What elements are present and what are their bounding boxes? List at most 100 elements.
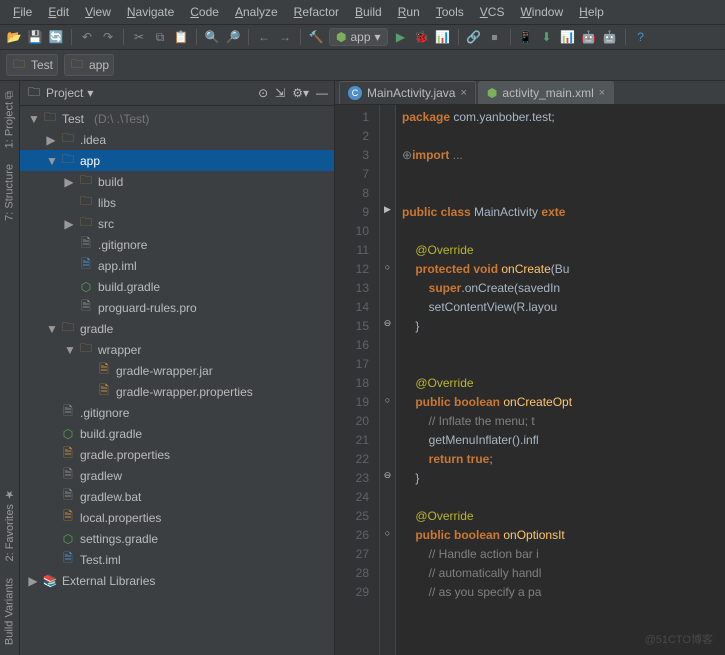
tree-node-gradle-properties[interactable]: 🗎gradle.properties [20,444,334,465]
tree-node-build-gradle[interactable]: ⬡build.gradle [20,423,334,444]
project-icon: 🗀 [26,85,42,101]
tree-node--gitignore[interactable]: 🗎.gitignore [20,234,334,255]
collapse-icon[interactable]: ⇲ [275,86,285,100]
settings-icon[interactable]: ⚙▾ [292,86,309,100]
code-area[interactable]: package com.yanbober.test;⊕import ...pub… [396,105,725,655]
run-config-selector[interactable]: ⬢ app ▾ [329,28,388,46]
make-icon[interactable]: 🔨 [308,29,324,45]
menu-navigate[interactable]: Navigate [120,3,181,21]
tree-node-src[interactable]: ▶🗀src [20,213,334,234]
vtab-structure[interactable]: 7: Structure [0,158,19,227]
vtab-project[interactable]: 1: Project ⧉ [0,85,19,154]
vtab-build-variants[interactable]: Build Variants [0,572,19,651]
run-config-label: app [350,30,370,44]
editor-tab-activity_main-xml[interactable]: ⬢activity_main.xml× [478,81,614,104]
project-panel: 🗀Project ▾ ⊙ ⇲ ⚙▾ — ▼🗀Test(D:\ .\Test)▶🗀… [20,81,335,655]
hide-icon[interactable]: — [316,86,328,100]
menu-help[interactable]: Help [572,3,611,21]
tree-node-gradle-wrapper-properties[interactable]: 🗎gradle-wrapper.properties [20,381,334,402]
chevron-down-icon[interactable]: ▾ [87,86,93,100]
project-header: 🗀 Project ▾ ⊙ ⇲ ⚙▾ — [20,81,334,106]
tree-node-build-gradle[interactable]: ⬡build.gradle [20,276,334,297]
profile-icon[interactable]: 📊 [435,29,451,45]
undo-icon[interactable]: ↶ [79,29,95,45]
line-gutter: 1237891011121314151617181920212223242526… [335,105,380,655]
tree-node-wrapper[interactable]: ▼🗀wrapper [20,339,334,360]
tree-node-settings-gradle[interactable]: ⬡settings.gradle [20,528,334,549]
menu-analyze[interactable]: Analyze [228,3,285,21]
menu-file[interactable]: File [6,3,39,21]
tree-node--idea[interactable]: ▶🗀.idea [20,129,334,150]
tree-node-proguard-rules-pro[interactable]: 🗎proguard-rules.pro [20,297,334,318]
close-tab-icon[interactable]: × [460,87,466,99]
tree-node-gradlew[interactable]: 🗎gradlew [20,465,334,486]
menu-code[interactable]: Code [183,3,226,21]
chevron-down-icon: ▾ [375,30,381,44]
tree-node-external-libraries[interactable]: ▶📚External Libraries [20,570,334,591]
stop-icon[interactable]: ⏹ [487,29,503,45]
tree-node-gradlew-bat[interactable]: 🗎gradlew.bat [20,486,334,507]
copy-icon[interactable]: ⧉ [152,29,168,45]
menu-run[interactable]: Run [391,3,427,21]
tree-node-app[interactable]: ▼🗀app [20,150,334,171]
tree-node-gradle[interactable]: ▼🗀gradle [20,318,334,339]
tree-node-gradle-wrapper-jar[interactable]: 🗎gradle-wrapper.jar [20,360,334,381]
tree-node-test-iml[interactable]: 🗎Test.iml [20,549,334,570]
monitor-icon[interactable]: 📊 [560,29,576,45]
folder-icon: 🗀 [69,57,85,73]
project-tree[interactable]: ▼🗀Test(D:\ .\Test)▶🗀.idea▼🗀app▶🗀build🗀li… [20,106,334,655]
android-icon-2[interactable]: 🤖 [581,29,597,45]
close-tab-icon[interactable]: × [599,87,605,99]
open-icon[interactable]: 📂 [6,29,22,45]
editor-tab-mainactivity-java[interactable]: CMainActivity.java× [339,81,476,104]
sdk-icon[interactable]: ⬇ [539,29,555,45]
menu-edit[interactable]: Edit [41,3,76,21]
main-toolbar: 📂 💾 🔄 ↶ ↷ ✂ ⧉ 📋 🔍 🔎 ← → 🔨 ⬢ app ▾ ▶ 🐞 📊 … [0,25,725,50]
android-icon: ⬢ [336,30,346,44]
folder-icon: 🗀 [11,57,27,73]
avd-icon[interactable]: 📱 [518,29,534,45]
redo-icon[interactable]: ↷ [100,29,116,45]
menu-view[interactable]: View [78,3,118,21]
breadcrumb-label: app [89,58,109,72]
debug-icon[interactable]: 🐞 [414,29,430,45]
editor-body[interactable]: 1237891011121314151617181920212223242526… [335,105,725,655]
menu-bar: FileEditViewNavigateCodeAnalyzeRefactorB… [0,0,725,25]
breadcrumb-bar: 🗀 Test 🗀 app [0,50,725,81]
save-icon[interactable]: 💾 [27,29,43,45]
locate-icon[interactable]: ⊙ [258,86,268,100]
tree-node--gitignore[interactable]: 🗎.gitignore [20,402,334,423]
paste-icon[interactable]: 📋 [173,29,189,45]
sync-icon[interactable]: 🔄 [48,29,64,45]
project-label: Project [46,86,83,100]
breadcrumb-item[interactable]: 🗀 Test [6,54,58,76]
breadcrumb-label: Test [31,58,53,72]
tree-node-app-iml[interactable]: 🗎app.iml [20,255,334,276]
tree-node-test[interactable]: ▼🗀Test(D:\ .\Test) [20,108,334,129]
tree-node-libs[interactable]: 🗀libs [20,192,334,213]
breadcrumb-item[interactable]: 🗀 app [64,54,114,76]
run-icon[interactable]: ▶ [393,29,409,45]
find-icon[interactable]: 🔍 [204,29,220,45]
editor-tabs: CMainActivity.java×⬢activity_main.xml× [335,81,725,105]
menu-refactor[interactable]: Refactor [287,3,346,21]
menu-window[interactable]: Window [513,3,570,21]
forward-icon[interactable]: → [277,29,293,45]
help-icon[interactable]: ? [633,29,649,45]
android-icon-3[interactable]: 🤖 [602,29,618,45]
tree-node-local-properties[interactable]: 🗎local.properties [20,507,334,528]
back-icon[interactable]: ← [256,29,272,45]
workspace: 1: Project ⧉ 7: Structure 2: Favorites ★… [0,81,725,655]
tree-node-build[interactable]: ▶🗀build [20,171,334,192]
menu-build[interactable]: Build [348,3,389,21]
replace-icon[interactable]: 🔎 [225,29,241,45]
left-tool-strip: 1: Project ⧉ 7: Structure 2: Favorites ★… [0,81,20,655]
editor: CMainActivity.java×⬢activity_main.xml× 1… [335,81,725,655]
gutter-marks: ▶○⊖○⊖○ [380,105,396,655]
attach-icon[interactable]: 🔗 [466,29,482,45]
cut-icon[interactable]: ✂ [131,29,147,45]
vtab-favorites[interactable]: 2: Favorites ★ [0,482,19,568]
menu-tools[interactable]: Tools [429,3,471,21]
menu-vcs[interactable]: VCS [473,3,512,21]
watermark: @51CTO博客 [645,631,713,647]
